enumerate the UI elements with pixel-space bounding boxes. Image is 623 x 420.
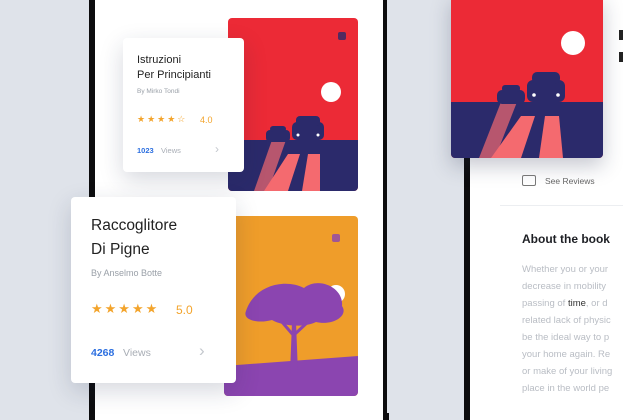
about-line: your home again. Re (522, 349, 611, 360)
chevron-right-icon[interactable]: › (215, 142, 219, 156)
book-cover-large (451, 0, 603, 158)
about-paragraph: Whether you or your decrease in mobility… (522, 261, 612, 397)
see-reviews-link[interactable]: See Reviews (545, 176, 595, 186)
rating-stars: ★★★★★ (91, 301, 160, 316)
about-line: related lack of physic (522, 315, 611, 326)
views-count: 4268 (91, 347, 115, 359)
about-line: or make of your living (522, 366, 613, 377)
divider (500, 205, 623, 206)
title-fragment (619, 30, 623, 40)
book-cover-raccoglitore[interactable] (224, 216, 358, 396)
about-heading: About the book (522, 232, 610, 246)
book-author: By Anselmo Botte (91, 268, 163, 278)
book-title-line2: Di Pigne (91, 241, 150, 258)
rating-stars: ★★★★☆ (137, 114, 188, 124)
about-line: place in the world pe (522, 383, 610, 394)
reviews-icon[interactable] (522, 175, 536, 186)
title-fragment (619, 52, 623, 62)
views-label: Views (161, 146, 181, 155)
rating-value: 5.0 (176, 303, 193, 317)
rating-value: 4.0 (200, 115, 213, 125)
book-title-line2: Per Principianti (137, 69, 211, 81)
views-count: 1023 (137, 146, 154, 155)
book-title: Istruzioni (137, 54, 182, 66)
book-card-istruzioni[interactable]: Istruzioni Per Principianti By Mirko Ton… (123, 38, 244, 172)
views-label: Views (123, 347, 151, 359)
about-line: be the ideal way to p (522, 332, 610, 343)
book-author: By Mirko Tondi (137, 88, 180, 95)
road-scene-illustration (228, 18, 358, 191)
road-scene-illustration (451, 0, 603, 158)
about-line: decrease in mobility (522, 281, 606, 292)
book-title: Raccoglitore (91, 217, 178, 234)
book-cover-istruzioni[interactable] (228, 18, 358, 191)
chevron-right-icon[interactable]: › (199, 341, 205, 361)
about-line-highlight: passing of time, or d (522, 298, 608, 309)
book-card-raccoglitore[interactable]: Raccoglitore Di Pigne By Anselmo Botte ★… (71, 197, 236, 383)
tree-scene-illustration (224, 216, 358, 396)
about-line: Whether you or your (522, 264, 609, 275)
